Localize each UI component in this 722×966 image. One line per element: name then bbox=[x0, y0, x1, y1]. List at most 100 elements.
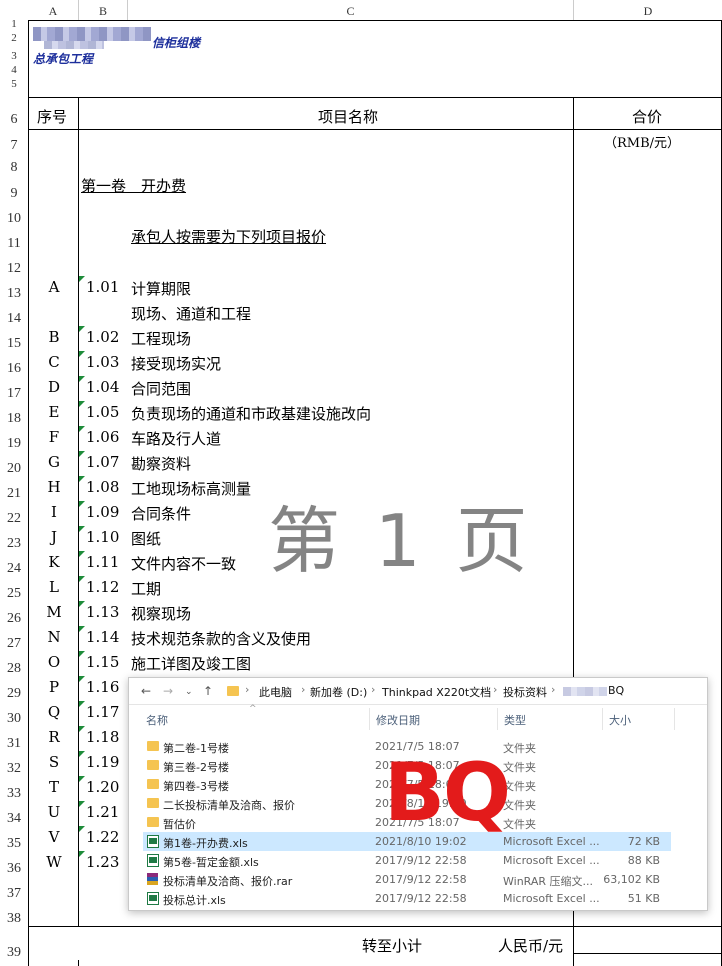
column-name[interactable]: 名称 bbox=[146, 712, 168, 728]
cell-error-indicator[interactable] bbox=[79, 751, 85, 757]
item-number: 1.05 bbox=[86, 403, 120, 421]
row-number[interactable]: 20 bbox=[0, 461, 28, 477]
breadcrumb-separator: › bbox=[371, 683, 376, 696]
back-arrow-icon[interactable]: ← bbox=[141, 684, 151, 698]
row-number[interactable]: 12 bbox=[0, 261, 28, 277]
cell-error-indicator[interactable] bbox=[79, 801, 85, 807]
row-number[interactable]: 18 bbox=[0, 411, 28, 427]
item-name: 计算期限 bbox=[131, 280, 192, 298]
row-number[interactable]: 7 bbox=[0, 138, 28, 154]
row-number[interactable]: 13 bbox=[0, 286, 28, 302]
up-arrow-icon[interactable]: ↑ bbox=[203, 684, 213, 698]
rar-archive-icon bbox=[147, 873, 158, 885]
cell-error-indicator[interactable] bbox=[79, 501, 85, 507]
row-number[interactable]: 17 bbox=[0, 386, 28, 402]
row-number[interactable]: 33 bbox=[0, 786, 28, 802]
breadcrumb-bq[interactable]: BQ bbox=[608, 684, 624, 697]
item-letter: K bbox=[48, 553, 60, 571]
file-row[interactable]: 第5卷-暂定金额.xls 2017/9/12 22:58 Microsoft Exc… bbox=[143, 851, 671, 870]
column-date-modified[interactable]: 修改日期 bbox=[376, 712, 420, 728]
address-bar[interactable]: ← → ⌄ ↑ › 此电脑 › 新加卷 (D:) › Thinkpad X220… bbox=[129, 678, 707, 705]
breadcrumb-thinkpad-docs[interactable]: Thinkpad X220t文档 bbox=[382, 684, 491, 700]
cell-error-indicator[interactable] bbox=[79, 476, 85, 482]
cell-error-indicator[interactable] bbox=[79, 601, 85, 607]
row-number[interactable]: 26 bbox=[0, 611, 28, 627]
chevron-down-icon[interactable]: ⌄ bbox=[185, 687, 193, 697]
cell-error-indicator[interactable] bbox=[79, 276, 85, 282]
row-number[interactable]: 4 bbox=[0, 64, 28, 76]
item-letter: L bbox=[49, 578, 59, 596]
column-header-c[interactable]: C bbox=[128, 0, 574, 21]
breadcrumb-drive-d[interactable]: 新加卷 (D:) bbox=[310, 684, 367, 700]
cell-error-indicator[interactable] bbox=[79, 576, 85, 582]
item-number: 1.19 bbox=[86, 753, 120, 771]
row-number[interactable]: 15 bbox=[0, 336, 28, 352]
item-name: 负责现场的通道和市政基建设施改向 bbox=[131, 405, 372, 423]
column-header-a[interactable]: A bbox=[28, 0, 79, 21]
row-number[interactable]: 19 bbox=[0, 436, 28, 452]
row-number[interactable]: 5 bbox=[0, 78, 28, 90]
row-number[interactable]: 10 bbox=[0, 211, 28, 227]
cell-error-indicator[interactable] bbox=[79, 651, 85, 657]
cell-error-indicator[interactable] bbox=[79, 851, 85, 857]
cell-error-indicator[interactable] bbox=[79, 426, 85, 432]
file-row[interactable]: 投标总计.xls 2017/9/12 22:58 Microsoft Excel .… bbox=[143, 889, 671, 908]
row-number[interactable]: 21 bbox=[0, 486, 28, 502]
breadcrumb-bid-materials[interactable]: 投标资料 bbox=[503, 684, 547, 700]
cell-error-indicator[interactable] bbox=[79, 451, 85, 457]
row-number[interactable]: 32 bbox=[0, 761, 28, 777]
row-number[interactable]: 3 bbox=[0, 50, 28, 62]
folder-icon bbox=[147, 741, 159, 751]
cell-error-indicator[interactable] bbox=[79, 826, 85, 832]
cell-error-indicator[interactable] bbox=[79, 376, 85, 382]
item-number: 1.03 bbox=[86, 353, 120, 371]
row-number[interactable]: 37 bbox=[0, 886, 28, 902]
cell-error-indicator[interactable] bbox=[79, 526, 85, 532]
column-type[interactable]: 类型 bbox=[504, 712, 526, 728]
row-number[interactable]: 38 bbox=[0, 911, 28, 927]
row-number[interactable]: 28 bbox=[0, 661, 28, 677]
volume-title: 第一卷 开办费 bbox=[81, 177, 187, 195]
item-letter: O bbox=[47, 653, 61, 671]
row-number[interactable]: 8 bbox=[0, 160, 28, 176]
row-number[interactable]: 9 bbox=[0, 186, 28, 202]
row-number[interactable]: 24 bbox=[0, 561, 28, 577]
row-number[interactable]: 16 bbox=[0, 361, 28, 377]
row-number[interactable]: 39 bbox=[0, 945, 28, 961]
row-number[interactable]: 35 bbox=[0, 836, 28, 852]
row-number[interactable]: 23 bbox=[0, 536, 28, 552]
cell-error-indicator[interactable] bbox=[79, 326, 85, 332]
row-number[interactable]: 6 bbox=[0, 112, 28, 128]
row-number[interactable]: 22 bbox=[0, 511, 28, 527]
cell-error-indicator[interactable] bbox=[79, 776, 85, 782]
cell-error-indicator[interactable] bbox=[79, 351, 85, 357]
row-number[interactable]: 25 bbox=[0, 586, 28, 602]
row-number[interactable]: 30 bbox=[0, 711, 28, 727]
row-number[interactable]: 31 bbox=[0, 736, 28, 752]
cell-error-indicator[interactable] bbox=[79, 626, 85, 632]
row-number[interactable]: 2 bbox=[0, 32, 28, 44]
row-number[interactable]: 27 bbox=[0, 636, 28, 652]
cell-error-indicator[interactable] bbox=[79, 551, 85, 557]
file-row[interactable]: 投标清单及洽商、报价.rar 2017/9/12 22:58 WinRAR 压缩文.… bbox=[143, 870, 671, 889]
forward-arrow-icon[interactable]: → bbox=[163, 684, 173, 698]
column-header-b[interactable]: B bbox=[79, 0, 128, 21]
column-header-d[interactable]: D bbox=[574, 0, 722, 21]
cell-error-indicator[interactable] bbox=[79, 726, 85, 732]
file-type: WinRAR 压缩文... bbox=[503, 875, 594, 888]
row-number[interactable]: 11 bbox=[0, 236, 28, 252]
row-number[interactable]: 1 bbox=[0, 18, 28, 30]
cell-error-indicator[interactable] bbox=[79, 701, 85, 707]
item-number: 1.18 bbox=[86, 728, 120, 746]
row-number[interactable]: 29 bbox=[0, 686, 28, 702]
row-number[interactable]: 34 bbox=[0, 811, 28, 827]
item-name: 图纸 bbox=[131, 530, 162, 548]
cell-error-indicator[interactable] bbox=[79, 401, 85, 407]
item-letter: I bbox=[51, 503, 57, 521]
cell-error-indicator[interactable] bbox=[79, 676, 85, 682]
file-size: 63,102 KB bbox=[603, 873, 660, 886]
breadcrumb-this-pc[interactable]: 此电脑 bbox=[259, 684, 292, 700]
row-number[interactable]: 36 bbox=[0, 861, 28, 877]
column-size[interactable]: 大小 bbox=[609, 712, 631, 728]
row-number[interactable]: 14 bbox=[0, 311, 28, 327]
